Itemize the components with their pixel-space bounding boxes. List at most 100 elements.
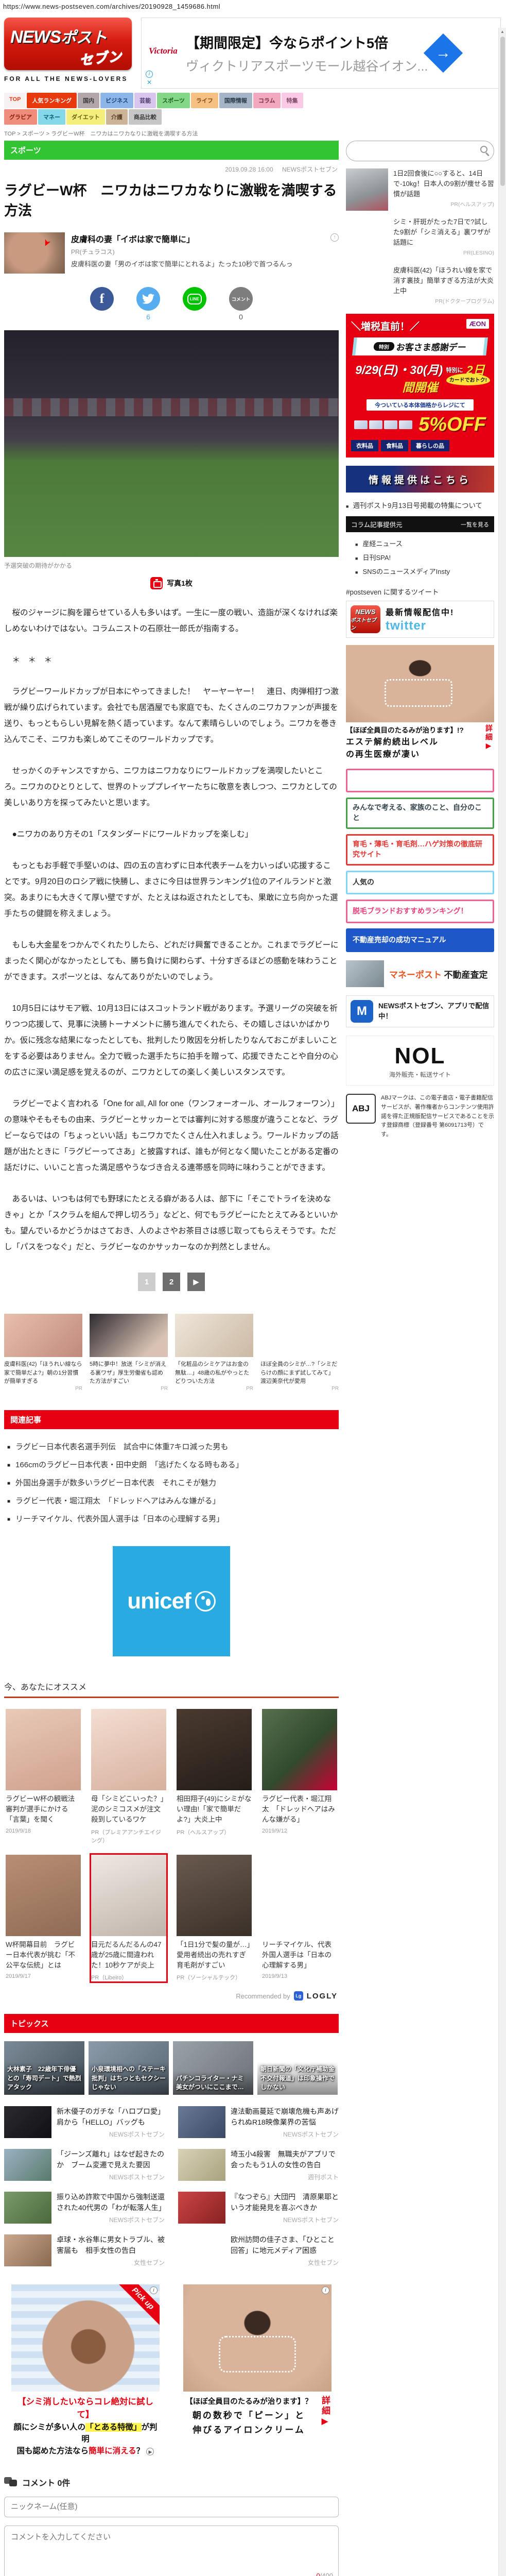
bottom-ad-left[interactable]: Pick up i 【シミ消したいならコレ絶対に試して】 顔にシミが多い人の「と… [11, 2284, 160, 2457]
topic-card[interactable]: パチンコライター・ナミ 美女がついにここまで… [173, 2041, 253, 2095]
pr-card[interactable]: ほぼ全員のシミが…?「シミだらけの顔にまず試してみて」渡辺美奈代が愛用 PR [260, 1314, 339, 1392]
nav-tab[interactable]: 芸能 [134, 93, 156, 108]
sidebar-link-box[interactable]: みんなで考える、家族のこと、自分のこと [346, 798, 494, 829]
twitter-promo[interactable]: NEWS ポストセブン 最新情報配信中! twitter [346, 601, 494, 638]
search-input[interactable] [346, 141, 473, 161]
nav-tab[interactable]: 人気ランキング [27, 93, 77, 108]
ad-info-icon[interactable]: i [150, 2286, 158, 2295]
news-list-item[interactable]: 埼玉小4殺害 無職夫がアプリで会ったもう1人の女性の告白 週刊ポスト [178, 2149, 339, 2181]
page-1-button[interactable]: 1 [138, 1273, 155, 1292]
moneypost-link[interactable]: マネーポスト 不動産査定 [346, 960, 494, 988]
next-page-button[interactable]: ▶ [187, 1273, 205, 1292]
recommend-card[interactable]: ラグビーW杯の観戦法 審判が選手にかける「言葉」を聞く 2019/9/18 [4, 1707, 82, 1846]
related-article-link[interactable]: 166cmのラグビー日本代表・田中史朗 「逃げたくなる時もある」 [4, 1455, 339, 1473]
comment-button[interactable]: コメント [229, 287, 253, 311]
nav-tab[interactable]: 介護 [106, 109, 128, 125]
twitter-share-button[interactable] [136, 287, 160, 311]
sidebar-link-box[interactable]: 不動産売却の成功マニュアル [346, 928, 494, 953]
ad-detail-link[interactable]: 詳細▶ [319, 2396, 331, 2435]
see-all-link[interactable]: 一覧を見る [461, 520, 489, 529]
nav-tab[interactable]: 国内 [78, 93, 100, 108]
scrollbar[interactable]: ▲ [498, 28, 506, 2576]
news-list-item[interactable]: 卓球・水谷隼に男女トラブル、被害届も 相手女性の告白 女性セブン [4, 2234, 165, 2267]
sidebar-pr-item[interactable]: 1日2回食後に○○すると、14日で-10kg！日本人の9割が痩せる習慣が話題 P… [346, 168, 494, 211]
ad-info-icon[interactable]: i [146, 71, 153, 78]
nickname-input[interactable] [4, 2496, 339, 2517]
sidebar-eye-ad[interactable]: 【ほぼ全員目のたるみが治ります】!? エステ解約続出レベル の再生医療が凄い 詳… [346, 645, 494, 761]
topic-card[interactable]: 大林素子 22歳年下俳優との「寿司デート」で熱烈アタック [4, 2041, 84, 2095]
pr-card[interactable]: 「化粧品のシミケアはお金の無駄…」48歳の私がやっとたどりついた方法 PR [175, 1314, 253, 1392]
nav-tab[interactable]: TOP [4, 93, 26, 108]
site-logo[interactable]: NEWSポスト セブン [4, 18, 132, 70]
weekly-post-link[interactable]: 週刊ポスト9月13日号掲載の特集について [346, 500, 494, 510]
search-icon[interactable] [480, 146, 487, 153]
topic-card[interactable]: 小泉環境相への「ステーキ批判」はちっともセクシーじゃない [89, 2041, 169, 2095]
recommend-card[interactable]: リーチマイケル、代表外国人選手は「日本の心理解する男」 2019/9/13 [260, 1853, 339, 1984]
ad-close-icon[interactable]: ✕ [146, 79, 153, 86]
recommend-card[interactable]: 目元だるんだるんの47歳が25歳に間違われた！10秒ケアが炎上 PR（Libei… [90, 1853, 168, 1984]
logly-credit[interactable]: Recommended by Lg LOGLY [5, 1991, 338, 2001]
recommend-card[interactable]: 母「シミどこいった？」泥のシミコスメが注文殺到しているワケ PR（プレミアアンチ… [90, 1707, 168, 1846]
ad-info-icon[interactable]: i [322, 2286, 329, 2295]
news-list-item[interactable]: 違法動画蔓延で崩壊危機も声あげられぬR18映像業界の苦悩 NEWSポストセブン [178, 2106, 339, 2139]
related-article-link[interactable]: 外国出身選手が数多いラグビー日本代表 それこそが魅力 [4, 1473, 339, 1492]
facebook-share-button[interactable]: f [90, 287, 114, 311]
nav-tab[interactable]: スポーツ [157, 93, 190, 108]
scroll-up-arrow[interactable]: ▲ [499, 28, 506, 36]
nav-tab[interactable]: ビジネス [100, 93, 134, 108]
nav-tab[interactable]: 商品比較 [128, 109, 162, 125]
sidebar-link-box[interactable]: 脱毛ブランドおすすめランキング！ [346, 900, 494, 924]
pr-card[interactable]: 皮膚科医(42)「ほうれい線なら家で簡単だよ?」朝の1分習慣が簡単すぎる PR [4, 1314, 82, 1392]
inline-ad[interactable]: 皮膚科の妻「イボは家で簡単に」 PR(チュラコス) 皮膚科医の妻「男のイボは家で… [4, 232, 339, 274]
sidebar-pr-item[interactable]: シミ・肝斑がたった7日で?試した9割が「シミ消える」裏ワザが話題に PR(LES… [346, 217, 494, 259]
column-source-item[interactable]: 産経ニュース [355, 536, 494, 550]
sidebar-link-box[interactable]: 育毛・薄毛・育毛剤…ハゲ対策の徹底研究サイト [346, 834, 494, 866]
column-source-item[interactable]: 日刊SPA! [355, 550, 494, 564]
nav-tab[interactable]: ダイエット [66, 109, 105, 125]
page-2-button[interactable]: 2 [163, 1273, 180, 1292]
ad-arrow-icon[interactable]: → [423, 33, 463, 73]
pr-card[interactable]: 5時に夢中！放送「シミが消える裏ワザ」厚生労働省も認めた方法がすごい PR [90, 1314, 168, 1392]
sidebar-link-box[interactable] [346, 769, 494, 792]
nav-tab[interactable]: グラビア [4, 109, 37, 125]
recommend-card[interactable]: 「1日1分で髪の量が…」愛用者続出の売れすぎ育毛剤がすごい PR（ソーシャルテッ… [175, 1853, 253, 1984]
news-list-item[interactable]: 欧州訪問の佳子さま、「ひとこと回答」に地元メディア困惑 女性セブン [178, 2234, 339, 2267]
news-list-item[interactable]: 振り込め詐欺で中国から強制送還された40代男の「わが転落人生」 NEWSポストセ… [4, 2192, 166, 2224]
aeon-card-note: カードでおトク! [446, 374, 490, 385]
recommend-card[interactable]: W杯開幕目前 ラグビー日本代表が挑む「不公平な伝統」とは 2019/9/17 [4, 1853, 82, 1984]
related-article-link[interactable]: ラグビー代表・堀江翔太 「ドレッドヘアはみんな嫌がる」 [4, 1492, 339, 1510]
nav-tab[interactable]: マネー [38, 109, 65, 125]
related-article-link[interactable]: リーチマイケル、代表外国人選手は「日本の心理解する男」 [4, 1510, 339, 1528]
sidebar-link-box[interactable]: 人気の [346, 871, 494, 895]
recommend-card[interactable]: ラグビー代表・堀江翔太 「ドレッドヘアはみんな嫌がる」 2019/9/12 [260, 1707, 339, 1846]
nol-banner[interactable]: NOL 海外販売・転送サイト [346, 1036, 494, 1086]
breadcrumb[interactable]: TOP > スポーツ > ラグビーW杯 ニワカはニワカなりに激戦を満喫する方法 [0, 125, 506, 141]
column-source-item[interactable]: SNSのニュースメディアInsty [355, 564, 494, 578]
aeon-ad[interactable]: ＼増税直前！／ ÆON 特別 お客さま感謝デー 9/29(日)・30(月) 特別に… [346, 314, 494, 457]
category-bar[interactable]: スポーツ [4, 141, 339, 160]
nav-tab[interactable]: コラム [253, 93, 281, 108]
nav-tab[interactable]: 国際情報 [219, 93, 252, 108]
header-ad-banner[interactable]: Victoria i ✕ 【期間限定】今ならポイント5倍 ヴィクトリアスポーツモ… [141, 18, 501, 89]
news-list-item[interactable]: 新木優子のガチな「ハロプロ愛」 肩から「HELLO」バッグも NEWSポストセブ… [4, 2106, 168, 2139]
line-share-button[interactable]: LINE [183, 287, 206, 311]
nav-tab[interactable]: ライフ [190, 93, 218, 108]
news-list-item[interactable]: 『なつぞら』大団円 清原果耶という才能発見を喜ぶべきか NEWSポストセブン [178, 2192, 339, 2224]
related-article-link[interactable]: ラグビー日本代表名選手列伝 試合中に体重7キロ減った男も [4, 1437, 339, 1455]
adchoice-icon[interactable]: ↑ [330, 233, 339, 242]
article-photo[interactable] [4, 330, 339, 557]
scrollbar-thumb[interactable] [500, 37, 505, 186]
ad-detail-link[interactable]: 詳細▶ [484, 724, 494, 759]
info-submit-banner[interactable]: 情報提供はこちら [346, 466, 494, 493]
recommend-card[interactable]: 相田翔子(49)にシミがない理由!「家で簡単だよ?」大炎上中 PR（ヘルスアップ… [175, 1707, 253, 1846]
bottom-ad-right[interactable]: i 【ほぼ全員目のたるみが治ります】？ 朝の数秒で「ピーン」と 伸びるアイロンク… [183, 2284, 331, 2457]
play-icon[interactable]: ▶ [146, 2448, 154, 2456]
news-list-item[interactable]: 「ジーンズ離れ」はなぜ起きたのか ブーム変遷で見えた要因 NEWSポストセブン [4, 2149, 165, 2181]
unicef-ad[interactable]: unicef [113, 1546, 230, 1656]
sidebar-pr-item[interactable]: 皮膚科医(42)「ほうれい線を家で消す裏技」簡単すぎる方法が大炎上中 PR(ドク… [346, 265, 494, 308]
app-promo[interactable]: M NEWSポストセブン、アプリで配信中！ [346, 995, 494, 1028]
photo-gallery-button[interactable]: 写真1枚 [4, 577, 339, 590]
topic-card[interactable]: 朝日新聞の「文化庁補助金不交付報道」は印象操作でしかない [257, 2041, 338, 2095]
nav-tab[interactable]: 特集 [281, 93, 303, 108]
comment-textarea[interactable] [11, 2531, 332, 2570]
